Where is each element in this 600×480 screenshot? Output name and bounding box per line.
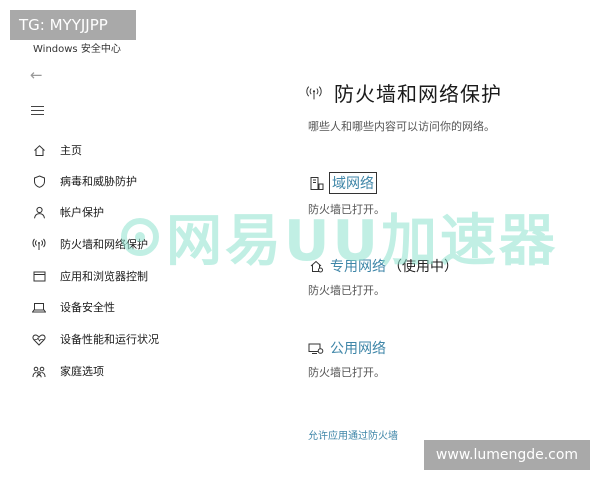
sidebar-item-device-security[interactable]: 设备安全性 xyxy=(31,296,271,318)
sidebar-item-device-performance[interactable]: 设备性能和运行状况 xyxy=(31,328,271,350)
laptop-icon xyxy=(31,299,47,315)
page-header: 防火墙和网络保护 xyxy=(306,78,502,107)
sidebar-item-label: 设备性能和运行状况 xyxy=(60,333,159,346)
sidebar-item-home[interactable]: 主页 xyxy=(31,139,271,161)
page-title: 防火墙和网络保护 xyxy=(334,82,502,106)
network-status: 防火墙已打开。 xyxy=(308,284,385,297)
person-icon xyxy=(31,204,47,220)
family-icon xyxy=(31,363,47,379)
sidebar-item-virus-protection[interactable]: 病毒和威胁防护 xyxy=(31,170,271,192)
heart-icon xyxy=(31,331,47,347)
sidebar-item-account-protection[interactable]: 帐户保护 xyxy=(31,201,271,223)
sidebar-item-label: 防火墙和网络保护 xyxy=(60,238,148,251)
allow-app-through-firewall-link[interactable]: 允许应用通过防火墙 xyxy=(308,427,398,442)
public-network-icon xyxy=(308,340,324,356)
shield-icon xyxy=(31,173,47,189)
sidebar-item-firewall[interactable]: 防火墙和网络保护 xyxy=(31,233,271,255)
public-network-link[interactable]: 公用网络 xyxy=(308,338,386,358)
network-name: 域网络 xyxy=(329,172,377,194)
security-center-window: Windows 安全中心 ← 主页 病毒和威胁防护 帐户保护 防火墙和网络保护 … xyxy=(0,0,600,480)
hamburger-icon[interactable] xyxy=(31,106,44,118)
sidebar-item-app-browser-control[interactable]: 应用和浏览器控制 xyxy=(31,265,271,287)
private-network-link[interactable]: 专用网络 （使用中） xyxy=(308,256,458,276)
url-badge: www.lumengde.com xyxy=(424,440,590,470)
sidebar-item-label: 病毒和威胁防护 xyxy=(60,175,137,188)
back-arrow-icon[interactable]: ← xyxy=(30,66,43,84)
network-name: 公用网络 xyxy=(330,341,386,357)
network-name: 专用网络 xyxy=(330,259,386,275)
sidebar-item-label: 帐户保护 xyxy=(60,206,104,219)
network-in-use-label: （使用中） xyxy=(388,259,458,275)
network-status: 防火墙已打开。 xyxy=(308,203,385,216)
window-title: Windows 安全中心 xyxy=(33,44,121,55)
wifi-signal-icon xyxy=(306,85,322,101)
sidebar-item-label: 设备安全性 xyxy=(60,301,115,314)
tg-badge: TG: MYYJJPP xyxy=(10,10,136,40)
sidebar-item-label: 家庭选项 xyxy=(60,365,104,378)
domain-network-icon xyxy=(308,175,324,191)
home-icon xyxy=(31,142,47,158)
wifi-signal-icon xyxy=(31,236,47,252)
app-window-icon xyxy=(31,268,47,284)
domain-network-link[interactable]: 域网络 xyxy=(308,172,377,194)
sidebar-item-family-options[interactable]: 家庭选项 xyxy=(31,360,271,382)
sidebar-item-label: 主页 xyxy=(60,144,82,157)
sidebar-item-label: 应用和浏览器控制 xyxy=(60,270,148,283)
private-network-icon xyxy=(308,258,324,274)
page-subtitle: 哪些人和哪些内容可以访问你的网络。 xyxy=(308,120,495,133)
network-status: 防火墙已打开。 xyxy=(308,366,385,379)
